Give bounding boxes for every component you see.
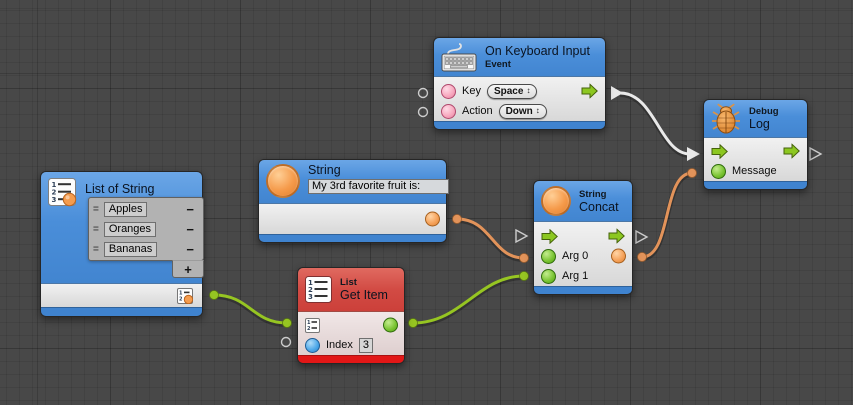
node-debug-log[interactable]: Debug Log Message (703, 99, 808, 190)
arg0-label: Arg 0 (562, 250, 588, 262)
action-label: Action (462, 105, 493, 117)
node-category: Debug (749, 106, 779, 117)
remove-item-button[interactable]: − (181, 242, 199, 257)
drag-handle-icon[interactable]: = (93, 204, 99, 215)
action-dropdown[interactable]: Down ↕ (499, 104, 547, 119)
flow-in-arrow-icon[interactable] (711, 144, 728, 159)
index-label: Index (326, 339, 353, 351)
action-port[interactable] (441, 104, 456, 119)
flow-out-arrow-icon[interactable] (608, 229, 625, 244)
bug-icon (711, 103, 741, 134)
node-category: List (340, 277, 388, 288)
svg-text:3: 3 (308, 293, 313, 301)
node-list-of-string[interactable]: 123 List of String = Apples − = (40, 171, 203, 317)
unconnected-flow-concat-in (516, 230, 527, 242)
node-title: List of String (85, 183, 154, 196)
list-output-port-icon[interactable]: 12 (177, 288, 193, 304)
arg1-label: Arg 1 (562, 270, 588, 282)
flow-out-arrow-icon[interactable] (783, 144, 800, 159)
wire-concat-to-message[interactable] (638, 169, 697, 262)
keyboard-icon (441, 43, 477, 72)
node-title: On Keyboard Input (485, 45, 590, 58)
graph-canvas[interactable]: On Keyboard Input Event Key Space ↕ (0, 0, 853, 405)
unconnected-port-index (282, 338, 291, 347)
list-item-field[interactable]: Apples (104, 202, 148, 217)
unconnected-port-action (419, 108, 428, 117)
node-title: Get Item (340, 289, 388, 302)
index-value-field[interactable]: 3 (359, 338, 373, 353)
node-on-keyboard-input[interactable]: On Keyboard Input Event Key Space ↕ (433, 37, 606, 130)
list-item-row: = Oranges − (89, 219, 203, 239)
wire-keyboard-to-log[interactable] (611, 86, 700, 161)
drag-handle-icon[interactable]: = (93, 244, 99, 255)
node-title: Log (749, 118, 779, 131)
unconnected-flow-log-out (810, 148, 821, 160)
list-icon: 123 (305, 276, 332, 303)
list-input-port-icon[interactable]: 12 (305, 318, 320, 333)
node-string-literal[interactable]: String My 3rd favorite fruit is: (258, 159, 447, 243)
key-dropdown[interactable]: Space ↕ (487, 84, 537, 99)
node-subtitle: Event (485, 59, 590, 70)
unconnected-port-key (419, 89, 428, 98)
node-title: Concat (579, 201, 619, 214)
message-label: Message (732, 165, 777, 177)
index-port[interactable] (305, 338, 320, 353)
string-icon (541, 186, 571, 216)
flow-in-arrow-icon[interactable] (541, 229, 558, 244)
dropdown-arrow-icon: ↕ (536, 107, 540, 115)
node-list-get-item[interactable]: 123 List Get Item 12 (297, 267, 405, 364)
key-label: Key (462, 85, 481, 97)
key-port[interactable] (441, 84, 456, 99)
flow-out-arrow-icon[interactable] (581, 84, 598, 99)
arg0-port[interactable] (541, 249, 556, 264)
wire-list-to-getitem[interactable] (210, 291, 292, 328)
list-item-field[interactable]: Oranges (104, 222, 156, 237)
drag-handle-icon[interactable]: = (93, 224, 99, 235)
concat-output-port[interactable] (611, 249, 626, 264)
list-item-field[interactable]: Bananas (104, 242, 157, 257)
wire-string-to-arg0[interactable] (453, 215, 529, 263)
list-item-row: = Apples − (89, 199, 203, 219)
add-item-button[interactable]: + (172, 260, 204, 278)
svg-text:3: 3 (52, 196, 57, 204)
remove-item-button[interactable]: − (181, 222, 199, 237)
unconnected-flow-concat-out (636, 231, 647, 243)
string-value-field[interactable]: My 3rd favorite fruit is: (308, 179, 449, 194)
remove-item-button[interactable]: − (181, 202, 199, 217)
wire-getitem-to-arg1[interactable] (409, 272, 529, 328)
list-item-row: = Bananas − (89, 239, 203, 259)
item-output-port[interactable] (383, 318, 398, 333)
string-icon (266, 164, 300, 198)
svg-text:2: 2 (179, 296, 183, 302)
list-items-panel: = Apples − = Oranges − = Bananas − + (88, 197, 204, 261)
list-icon: 123 (48, 178, 77, 207)
arg1-port[interactable] (541, 269, 556, 284)
string-output-port[interactable] (425, 212, 440, 227)
node-category: String (579, 189, 619, 200)
node-title: String (308, 164, 449, 177)
dropdown-arrow-icon: ↕ (526, 87, 530, 95)
message-port[interactable] (711, 164, 726, 179)
node-string-concat[interactable]: String Concat Arg 0 (533, 180, 633, 295)
svg-text:2: 2 (307, 326, 311, 332)
